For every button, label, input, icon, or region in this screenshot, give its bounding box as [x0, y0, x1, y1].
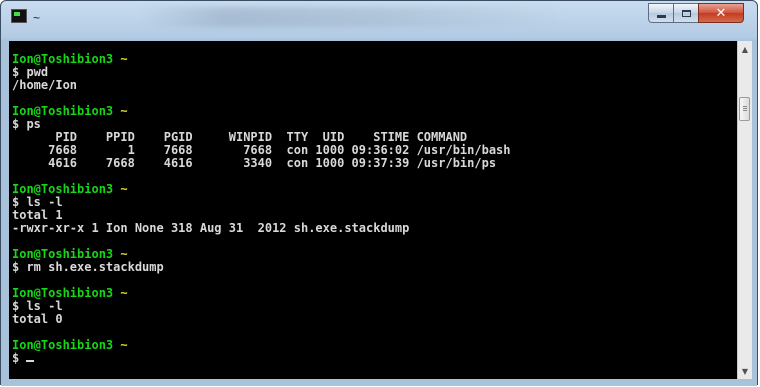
prompt-line: Ion@Toshibion3 ~ — [12, 339, 737, 352]
prompt-user: Ion@Toshibion3 — [12, 182, 114, 196]
prompt-line: Ion@Toshibion3 ~ — [12, 287, 737, 300]
scroll-up-arrow-icon[interactable]: ▲ — [738, 41, 752, 57]
minimize-icon — [656, 15, 666, 18]
terminal-window: ~ ✕ Ion@Toshibion3 ~ $ pwd/home/Ion Ion@To… — [0, 0, 758, 386]
prompt-path: ~ — [120, 338, 128, 352]
title-bar-blur — [141, 7, 561, 27]
output-line: 4616 7668 4616 3340 con 1000 09:37:39 /u… — [12, 156, 497, 170]
scroll-down-arrow-icon[interactable]: ▼ — [738, 363, 752, 379]
grip-line — [743, 110, 747, 111]
prompt-user: Ion@Toshibion3 — [12, 286, 114, 300]
input-line: $ — [12, 352, 737, 365]
prompt-path: ~ — [120, 52, 128, 66]
vertical-scrollbar[interactable]: ▲ ▼ — [737, 41, 752, 379]
output-line: $ ls -l — [12, 299, 63, 313]
window-bottom-frame — [1, 379, 757, 386]
prompt-line: Ion@Toshibion3 ~ — [12, 105, 737, 118]
title-bar[interactable]: ~ ✕ — [1, 1, 757, 41]
grip-line — [743, 106, 747, 107]
prompt-user: Ion@Toshibion3 — [12, 52, 114, 66]
terminal-icon[interactable] — [11, 9, 27, 23]
close-icon: ✕ — [715, 5, 727, 21]
grip-line — [743, 108, 747, 109]
maximize-button[interactable] — [673, 3, 699, 23]
window-title: ~ — [33, 11, 41, 25]
prompt-path: ~ — [120, 286, 128, 300]
terminal-output[interactable]: Ion@Toshibion3 ~ $ pwd/home/Ion Ion@Toshib… — [9, 41, 737, 379]
input-prompt: $ — [12, 351, 27, 365]
prompt-line: Ion@Toshibion3 ~ — [12, 53, 737, 66]
output-line: $ rm sh.exe.stackdump — [12, 260, 164, 274]
text-cursor[interactable] — [26, 360, 35, 362]
scrollbar-thumb[interactable] — [739, 97, 750, 121]
prompt-path: ~ — [120, 247, 128, 261]
prompt-user: Ion@Toshibion3 — [12, 247, 114, 261]
prompt-path: ~ — [120, 104, 128, 118]
maximize-icon — [681, 9, 691, 17]
output-line: $ ls -l — [12, 195, 63, 209]
prompt-user: Ion@Toshibion3 — [12, 338, 114, 352]
prompt-path: ~ — [120, 182, 128, 196]
output-line: total 0 — [12, 312, 63, 326]
output-line: /home/Ion — [12, 78, 78, 92]
minimize-button[interactable] — [648, 3, 674, 23]
output-line: -rwxr-xr-x 1 Ion None 318 Aug 31 2012 sh… — [12, 221, 410, 235]
prompt-user: Ion@Toshibion3 — [12, 104, 114, 118]
prompt-line: Ion@Toshibion3 ~ — [12, 183, 737, 196]
close-button[interactable]: ✕ — [698, 3, 744, 23]
output-line: $ pwd — [12, 65, 49, 79]
